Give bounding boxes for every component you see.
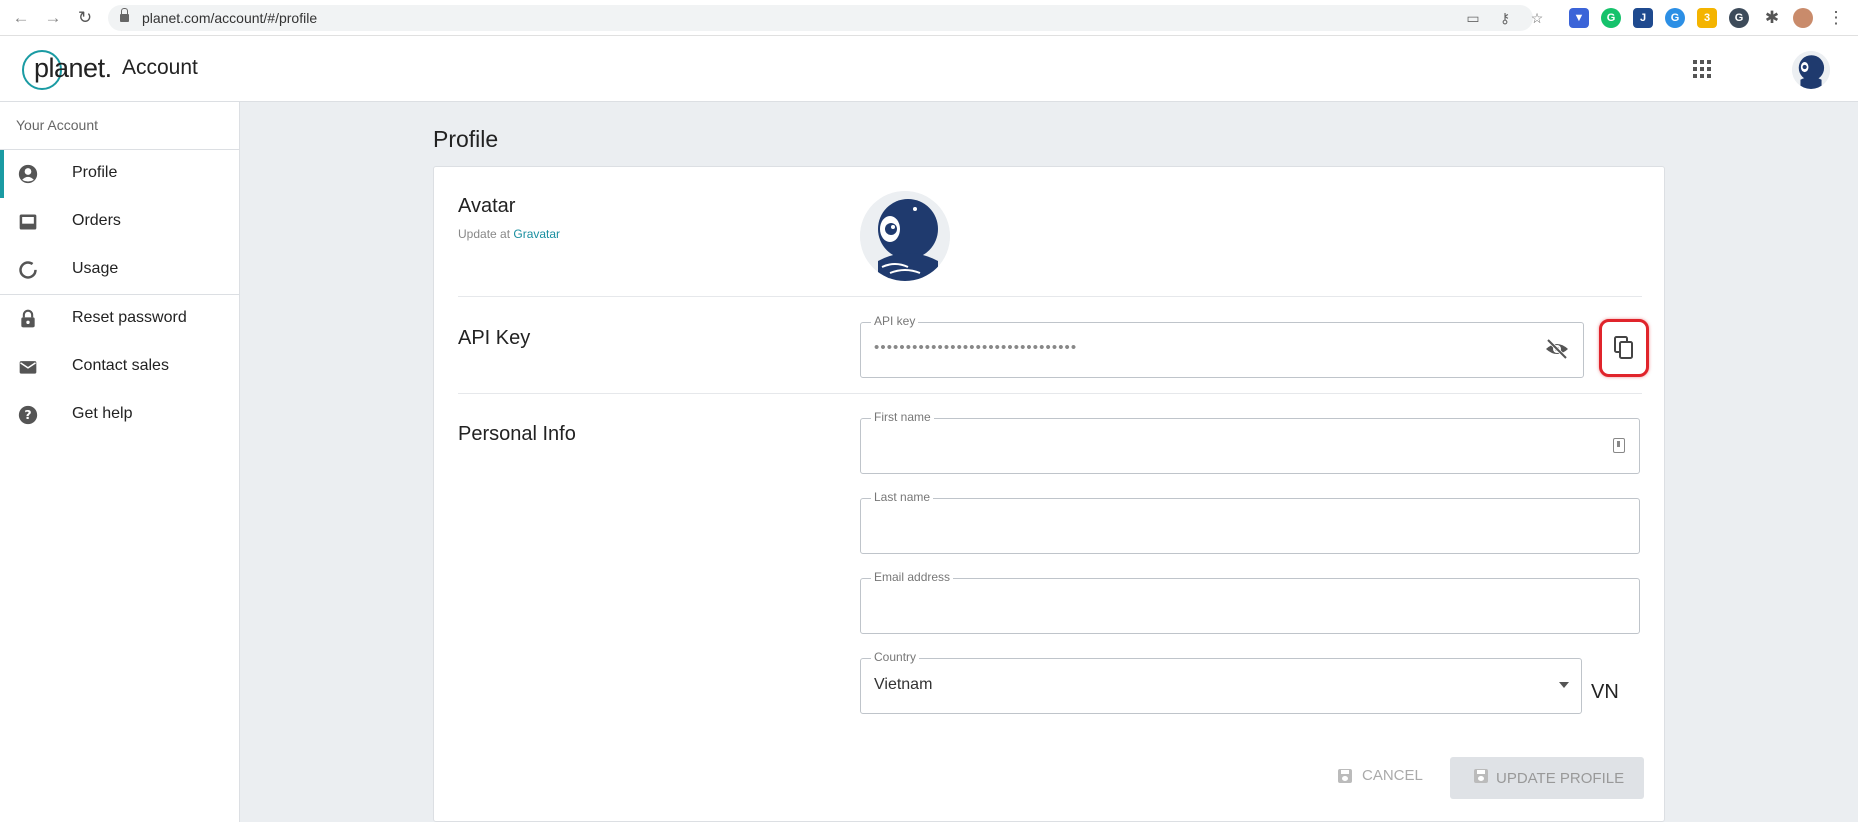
logo-text: planet. (34, 53, 112, 83)
usage-ring-icon (19, 261, 37, 279)
pocket-icon[interactable]: ▼ (1569, 8, 1589, 28)
email-field[interactable]: Email address (860, 570, 1640, 634)
sidebar-item-contact-sales[interactable]: Contact sales (0, 343, 239, 391)
gravatar-hint-prefix: Update at (458, 227, 514, 241)
bookmark-ext-icon[interactable]: J (1633, 8, 1653, 28)
cancel-label: CANCEL (1362, 767, 1423, 784)
main-content: Profile Avatar Update at Gravatar API Ke… (240, 102, 1858, 822)
sidebar-heading: Your Account (0, 102, 239, 150)
api-key-label: API key (871, 314, 919, 328)
astronaut-avatar-icon (1792, 51, 1830, 89)
forward-arrow-icon[interactable]: → (42, 7, 64, 29)
kebab-menu-icon[interactable]: ⋮ (1825, 7, 1847, 29)
section-divider (458, 296, 1642, 297)
sidebar-item-label: Usage (72, 260, 119, 277)
last-name-input[interactable] (874, 513, 1592, 531)
gravatar-link[interactable]: Gravatar (513, 227, 560, 241)
star-icon[interactable]: ☆ (1528, 9, 1546, 27)
planet-logo[interactable]: planet. (22, 49, 112, 91)
autofill-contact-icon[interactable] (1613, 438, 1625, 453)
save-icon (1338, 769, 1352, 783)
country-select[interactable]: Country Vietnam (860, 650, 1582, 714)
apps-grid-icon[interactable] (1693, 60, 1711, 78)
app-title: Account (122, 56, 198, 79)
account-circle-icon (18, 164, 38, 184)
page-title: Profile (433, 126, 499, 152)
back-arrow-icon[interactable]: ← (10, 7, 32, 29)
browser-toolbar: ← → ↻ planet.com/account/#/profile ▭ ⚷ ☆… (0, 0, 1858, 36)
inbox-icon (19, 214, 37, 230)
eye-off-icon[interactable] (1545, 339, 1569, 359)
sidebar-item-label: Orders (72, 212, 121, 229)
personal-info-section-title: Personal Info (458, 423, 576, 445)
country-value: Vietnam (874, 676, 933, 693)
api-key-section-title: API Key (458, 327, 531, 349)
last-name-field[interactable]: Last name (860, 490, 1640, 554)
email-input[interactable] (874, 593, 1592, 611)
update-profile-label: UPDATE PROFILE (1496, 770, 1625, 787)
lock-icon (120, 8, 129, 23)
astronaut-avatar-icon (860, 191, 950, 281)
lock-icon (21, 309, 35, 328)
sidebar-item-usage[interactable]: Usage (0, 246, 239, 294)
sidebar-item-label: Reset password (72, 309, 187, 326)
help-icon: ? (18, 405, 38, 425)
mail-icon (19, 361, 37, 374)
copy-api-key-button[interactable] (1599, 319, 1649, 377)
note-ext-icon[interactable]: 3 (1697, 8, 1717, 28)
gravatar-hint: Update at Gravatar (458, 227, 560, 241)
update-profile-button[interactable]: UPDATE PROFILE (1450, 757, 1644, 799)
chrome-ext-icon[interactable]: G (1665, 8, 1685, 28)
app-header: planet. Account (0, 36, 1858, 102)
sidebar: Your Account Profile Orders Usage Reset … (0, 102, 240, 822)
last-name-label: Last name (871, 490, 934, 504)
sidebar-item-label: Profile (72, 164, 118, 181)
email-label: Email address (871, 570, 954, 584)
avatar-section-title: Avatar (458, 195, 516, 217)
sidebar-item-get-help[interactable]: ? Get help (0, 391, 239, 439)
cancel-button[interactable]: CANCEL (1338, 757, 1434, 793)
first-name-field[interactable]: First name (860, 410, 1640, 474)
country-code: VN (1591, 681, 1619, 703)
sidebar-item-label: Contact sales (72, 357, 169, 374)
profile-avatar-icon[interactable] (1793, 8, 1813, 28)
chevron-down-icon[interactable] (1559, 682, 1569, 688)
svg-text:?: ? (24, 407, 31, 422)
copy-icon (1614, 336, 1633, 359)
sidebar-item-orders[interactable]: Orders (0, 198, 239, 246)
sidebar-item-reset-password[interactable]: Reset password (0, 295, 239, 343)
key-icon[interactable]: ⚷ (1496, 9, 1514, 27)
address-bar[interactable]: planet.com/account/#/profile ▭ ⚷ ☆ (108, 5, 1543, 31)
save-icon (1474, 769, 1488, 783)
sidebar-item-label: Get help (72, 405, 133, 422)
url-text[interactable]: planet.com/account/#/profile (142, 10, 317, 26)
user-avatar[interactable] (1792, 51, 1830, 89)
sidebar-item-profile[interactable]: Profile (0, 150, 239, 198)
first-name-input[interactable] (874, 433, 1592, 451)
first-name-label: First name (871, 410, 934, 424)
api-key-field[interactable]: API key •••••••••••••••••••••••••••••••• (860, 314, 1584, 378)
cast-icon[interactable]: ▭ (1464, 9, 1482, 27)
shield-ext-icon[interactable]: G (1729, 8, 1749, 28)
section-divider (458, 393, 1642, 394)
puzzle-icon[interactable]: ✱ (1761, 7, 1783, 29)
profile-card: Avatar Update at Gravatar API Key API ke… (433, 166, 1665, 822)
api-key-masked-value: •••••••••••••••••••••••••••••••• (874, 339, 1078, 356)
country-label: Country (871, 650, 920, 664)
reload-icon[interactable]: ↻ (74, 7, 96, 29)
grammarly-icon[interactable]: G (1601, 8, 1621, 28)
profile-avatar (860, 191, 950, 281)
